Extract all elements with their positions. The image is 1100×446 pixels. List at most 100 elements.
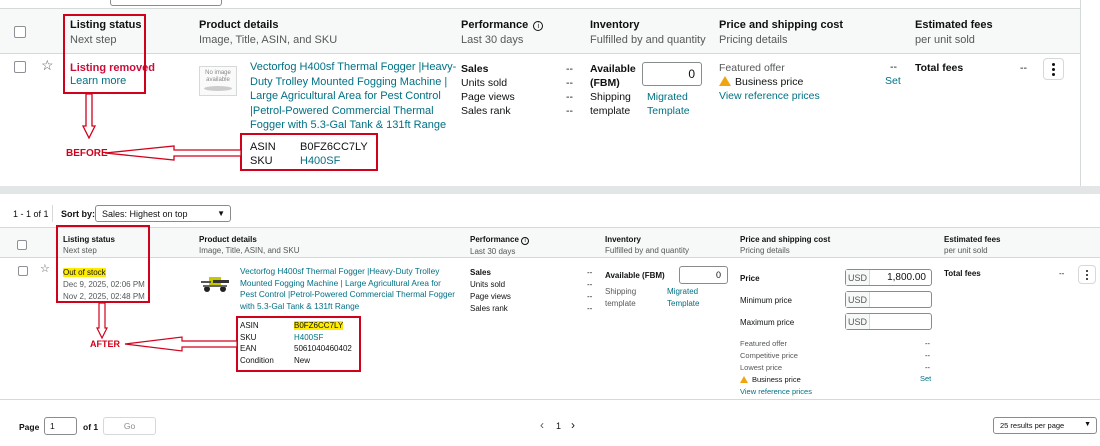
after-performance-values: -- -- -- -- (587, 267, 592, 315)
next-page-icon[interactable]: › (571, 418, 575, 432)
current-page[interactable]: 1 (556, 421, 561, 431)
title-line: Duty Trolley Mounted Fogging Machine | (250, 75, 448, 88)
before-col-inventory[interactable]: Inventory Fulfilled by and quantity (590, 19, 706, 46)
star-icon[interactable]: ☆ (41, 58, 54, 72)
warning-icon (719, 76, 731, 86)
after-row-checkbox[interactable] (18, 266, 28, 276)
perf-value: -- (587, 280, 593, 289)
before-performance-values: -- -- -- -- (566, 62, 573, 118)
more-actions-icon[interactable] (1078, 265, 1096, 284)
title-line: Fogger with 5.3-Gal Tank & 131ft Range (250, 119, 447, 131)
total-fees-label: Total fees (915, 62, 964, 74)
perf-label: Page views (461, 91, 515, 103)
shipping-line: Shipping (590, 91, 631, 103)
annotation-arrow-down-icon (96, 303, 108, 339)
before-col-performance[interactable]: Performance i Last 30 days (461, 19, 544, 46)
shipping-link-line: Template (647, 105, 690, 117)
perf-label: Units sold (461, 77, 508, 89)
title-line: |Petrol-Powered Commercial Thermal (250, 104, 434, 117)
annotation-arrow-down-icon (82, 94, 96, 139)
before-col-product-details[interactable]: Product details Image, Title, ASIN, and … (199, 19, 337, 46)
competitive-price-value: -- (925, 351, 930, 360)
col-sub: Pricing details (719, 34, 788, 46)
annotation-box-status-after (56, 225, 150, 303)
before-price-details: Featured offer Business price View refer… (719, 61, 820, 103)
after-col-product-details[interactable]: Product details Image, Title, ASIN, and … (199, 235, 300, 255)
after-quantity-input[interactable]: 0 (679, 266, 728, 284)
before-product-title-link[interactable]: Vectorfog H400sf Thermal Fogger |Heavy- … (250, 60, 460, 133)
col-title: Product details (199, 19, 279, 31)
lowest-price-value: -- (925, 363, 930, 372)
before-select-all-checkbox[interactable] (14, 26, 26, 38)
col-sub: Fulfilled by and quantity (605, 246, 690, 255)
after-product-title-link[interactable]: Vectorfog H400sf Thermal Fogger |Heavy-D… (240, 266, 480, 312)
no-image-text: No image available (205, 70, 231, 83)
col-sub: per unit sold (915, 34, 975, 46)
title-line: Pest Control |Petrol-Powered Commercial … (240, 289, 456, 299)
after-col-performance[interactable]: Performance i Last 30 days (470, 235, 530, 256)
prev-page-icon[interactable]: ‹ (540, 418, 544, 432)
perf-value: -- (566, 105, 573, 117)
results-per-page-dropdown[interactable]: 25 results per page ▼ (993, 417, 1097, 434)
business-price-set-link[interactable]: Set (885, 75, 901, 87)
title-line: Vectorfog H400sf Thermal Fogger |Heavy-D… (240, 266, 440, 276)
info-icon[interactable]: i (521, 237, 530, 245)
available-label: Available (FBM) (605, 271, 665, 280)
info-icon[interactable]: i (533, 21, 544, 31)
after-col-inventory[interactable]: Inventory Fulfilled by and quantity (605, 235, 689, 255)
col-title: Performance (470, 235, 519, 244)
available-line: Available (590, 63, 636, 75)
warning-icon (740, 376, 748, 383)
minimum-price-input[interactable]: USD (845, 291, 932, 308)
page-input[interactable]: 1 (44, 417, 77, 435)
business-price-set-link[interactable]: Set (920, 374, 931, 383)
col-title: Price and shipping cost (719, 19, 844, 31)
available-line: (FBM) (590, 77, 620, 89)
perf-label: Units sold (470, 280, 506, 289)
col-title: Performance (461, 19, 529, 31)
no-image-placeholder: No image available (199, 66, 237, 96)
before-quantity-input[interactable]: 0 (642, 62, 702, 86)
before-available-label: Available (FBM) (590, 62, 636, 90)
go-button[interactable]: Go (103, 417, 156, 435)
before-col-price-shipping[interactable]: Price and shipping cost Pricing details (719, 19, 843, 46)
after-shipping-label: Shipping template (605, 286, 636, 309)
business-price-label: Business price (735, 76, 804, 88)
perf-label: Sales rank (470, 304, 508, 313)
shipping-line: template (605, 298, 636, 308)
col-sub: Last 30 days (470, 247, 516, 256)
sort-value: Sales: Highest on top (102, 208, 188, 219)
col-sub: Last 30 days (461, 34, 524, 46)
after-col-price-shipping[interactable]: Price and shipping cost Pricing details (740, 235, 830, 255)
sort-label: Sort by: (61, 209, 96, 219)
after-migrated-template-link[interactable]: Migrated Template (667, 286, 699, 309)
maximum-price-input[interactable]: USD (845, 313, 932, 330)
col-title: Inventory (605, 235, 642, 244)
view-reference-prices-link[interactable]: View reference prices (740, 386, 812, 398)
after-performance: Sales Units sold Page views Sales rank (470, 267, 511, 315)
star-icon[interactable]: ☆ (40, 264, 50, 275)
col-sub: Image, Title, ASIN, and SKU (199, 34, 338, 46)
sort-dropdown[interactable]: Sales: Highest on top ▼ (95, 205, 231, 222)
screenshot-divider (0, 186, 1100, 194)
col-sub: per unit sold (944, 246, 988, 255)
more-actions-icon[interactable] (1043, 58, 1064, 80)
after-col-estimated-fees[interactable]: Estimated fees per unit sold (944, 235, 1000, 255)
col-title: Inventory (590, 19, 640, 31)
after-pricing-details: Featured offer Competitive price Lowest … (740, 338, 812, 398)
currency-label: USD (846, 292, 870, 307)
before-performance: Sales Units sold Page views Sales rank (461, 62, 515, 118)
view-reference-prices-link[interactable]: View reference prices (719, 89, 820, 103)
before-col-estimated-fees[interactable]: Estimated fees per unit sold (915, 19, 993, 46)
currency-label: USD (846, 314, 870, 329)
col-sub: Fulfilled by and quantity (590, 34, 706, 46)
price-input[interactable]: USD 1,800.00 (845, 269, 932, 286)
top-control-fragment[interactable] (110, 0, 222, 6)
before-row-checkbox[interactable] (14, 61, 26, 73)
before-migrated-template-link[interactable]: Migrated Template (647, 90, 690, 118)
perf-label: Sales (470, 268, 491, 277)
perf-value: -- (587, 268, 593, 277)
after-pricing-values: -- -- -- (925, 338, 930, 374)
price-value: 1,800.00 (887, 272, 926, 283)
after-select-all-checkbox[interactable] (17, 240, 27, 250)
